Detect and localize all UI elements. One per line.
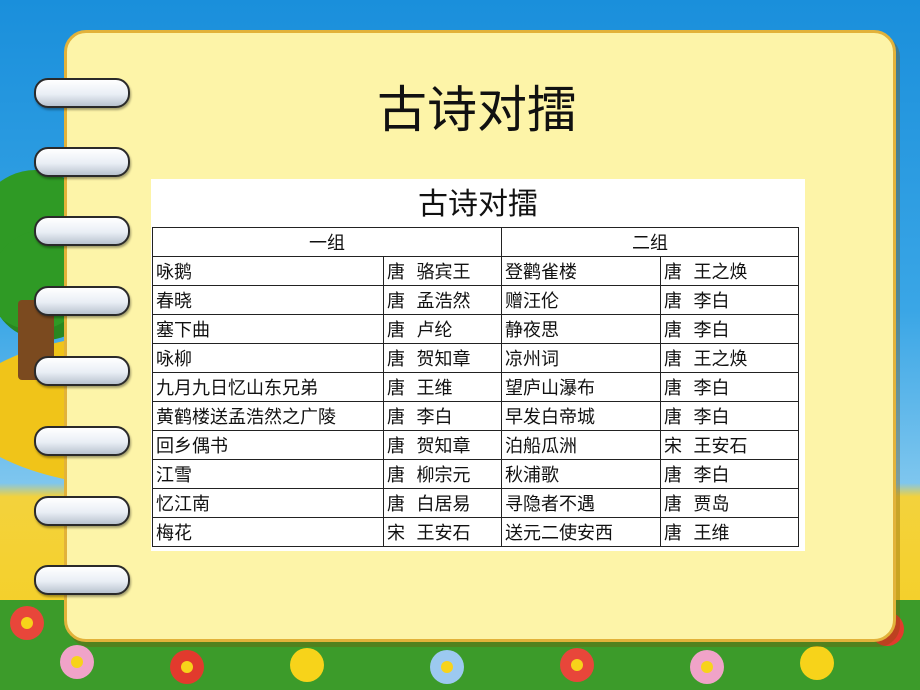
table-row: 梅花宋 王安石 送元二使安西唐 王维 [152,517,799,547]
poet-cell: 唐 骆宾王 [383,256,502,286]
binder-ring-icon [34,286,130,316]
poet-cell: 唐 白居易 [383,488,502,518]
poet-cell: 唐 李白 [660,314,799,344]
group-one-header: 一组 [152,227,502,257]
poem-table-panel: 古诗对擂 一组 二组 咏鹅唐 骆宾王 登鹳雀楼唐 王之焕 春晓唐 孟浩然 赠汪伦唐 李… [151,179,805,551]
table-row: 春晓唐 孟浩然 赠汪伦唐 李白 [152,285,799,315]
group-two-header: 二组 [501,227,799,257]
poet-cell: 唐 贺知章 [383,430,502,460]
table-row: 咏柳唐 贺知章 凉州词唐 王之焕 [152,343,799,373]
poet-cell: 唐 李白 [660,459,799,489]
flower-icon [430,650,464,684]
poet-cell: 宋 王安石 [383,517,502,547]
flower-icon [290,648,324,682]
poet-cell: 唐 王维 [660,517,799,547]
binder-ring-icon [34,147,130,177]
poet-cell: 唐 李白 [660,372,799,402]
poem-title-cell: 静夜思 [501,314,661,344]
poem-title-cell: 春晓 [152,285,384,315]
poet-cell: 宋 王安石 [660,430,799,460]
binder-ring-icon [34,426,130,456]
poet-cell: 唐 贺知章 [383,343,502,373]
poet-cell: 唐 王之焕 [660,343,799,373]
poem-title-cell: 秋浦歌 [501,459,661,489]
slide-title: 古诗对擂 [377,81,577,139]
flower-icon [690,650,724,684]
poem-title-cell: 赠汪伦 [501,285,661,315]
poet-cell: 唐 王维 [383,372,502,402]
poem-table: 一组 二组 咏鹅唐 骆宾王 登鹳雀楼唐 王之焕 春晓唐 孟浩然 赠汪伦唐 李白 塞下曲唐… [152,227,799,547]
poet-cell: 唐 卢纶 [383,314,502,344]
poet-cell: 唐 孟浩然 [383,285,502,315]
binder-ring-icon [34,565,130,595]
poem-title-cell: 泊船瓜洲 [501,430,661,460]
poem-title-cell: 九月九日忆山东兄弟 [152,372,384,402]
table-title: 古诗对擂 [418,187,538,222]
poet-cell: 唐 李白 [660,285,799,315]
poem-title-cell: 黄鹤楼送孟浩然之广陵 [152,401,384,431]
flower-icon [170,650,204,684]
poem-title-cell: 登鹳雀楼 [501,256,661,286]
flower-icon [800,646,834,680]
poem-title-cell: 寻隐者不遇 [501,488,661,518]
table-row: 咏鹅唐 骆宾王 登鹳雀楼唐 王之焕 [152,256,799,286]
table-row: 塞下曲唐 卢纶 静夜思唐 李白 [152,314,799,344]
binder-ring-icon [34,356,130,386]
poem-title-cell: 咏鹅 [152,256,384,286]
table-row: 九月九日忆山东兄弟唐 王维 望庐山瀑布唐 李白 [152,372,799,402]
table-header-row: 一组 二组 [152,227,799,257]
flower-icon [10,606,44,640]
poem-title-cell: 江雪 [152,459,384,489]
poem-title-cell: 送元二使安西 [501,517,661,547]
flower-icon [60,645,94,679]
poem-title-cell: 塞下曲 [152,314,384,344]
flower-icon [560,648,594,682]
table-row: 江雪唐 柳宗元 秋浦歌唐 李白 [152,459,799,489]
poet-cell: 唐 李白 [383,401,502,431]
poet-cell: 唐 王之焕 [660,256,799,286]
table-row: 回乡偶书唐 贺知章 泊船瓜洲宋 王安石 [152,430,799,460]
table-row: 忆江南唐 白居易 寻隐者不遇唐 贾岛 [152,488,799,518]
binder-ring-icon [34,496,130,526]
poet-cell: 唐 李白 [660,401,799,431]
poem-title-cell: 凉州词 [501,343,661,373]
binder-ring-icon [34,216,130,246]
poet-cell: 唐 柳宗元 [383,459,502,489]
poem-title-cell: 梅花 [152,517,384,547]
poem-title-cell: 忆江南 [152,488,384,518]
poem-title-cell: 咏柳 [152,343,384,373]
poem-title-cell: 望庐山瀑布 [501,372,661,402]
poem-title-cell: 早发白帝城 [501,401,661,431]
table-row: 黄鹤楼送孟浩然之广陵唐 李白 早发白帝城唐 李白 [152,401,799,431]
poet-cell: 唐 贾岛 [660,488,799,518]
poem-title-cell: 回乡偶书 [152,430,384,460]
